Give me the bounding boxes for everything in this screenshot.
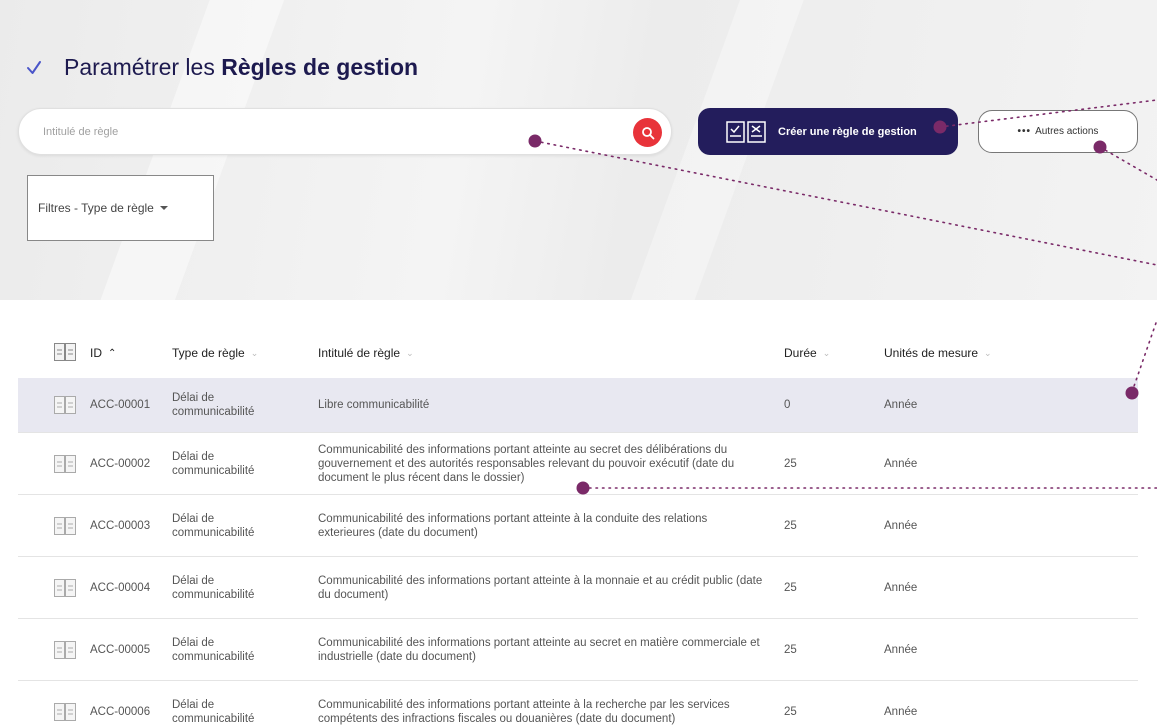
other-actions-button[interactable]: ••• Autres actions <box>978 110 1138 153</box>
column-duree-label: Durée <box>784 346 817 360</box>
rule-icon <box>54 396 90 414</box>
cell-duree: 25 <box>784 457 797 470</box>
cell-type: Délai de communicabilité <box>172 574 255 601</box>
cell-unit: Année <box>884 399 918 411</box>
cell-id: ACC-00006 <box>90 705 151 718</box>
column-type-label: Type de règle <box>172 346 245 360</box>
cell-unit: Année <box>884 581 918 594</box>
cell-unit: Année <box>884 643 918 656</box>
cell-duree: 0 <box>784 399 791 411</box>
cell-id: ACC-00004 <box>90 581 151 594</box>
column-unit-label: Unités de mesure <box>884 346 979 360</box>
row-select-cell[interactable] <box>18 702 90 721</box>
chevron-down-icon: ⌄ <box>822 347 831 358</box>
rule-icon <box>54 640 90 659</box>
row-select-cell[interactable] <box>18 578 90 597</box>
cell-title: Communicabilité des informations portant… <box>318 512 708 539</box>
chevron-down-icon: ⌄ <box>250 347 259 358</box>
create-rule-button[interactable]: Créer une règle de gestion <box>698 108 958 155</box>
column-id-label: ID <box>90 346 102 360</box>
column-title-label: Intitulé de règle <box>318 346 401 360</box>
row-select-cell[interactable] <box>18 640 90 659</box>
column-header-unit[interactable]: Unités de mesure ⌄ <box>884 346 1094 360</box>
cell-id: ACC-00005 <box>90 643 151 656</box>
row-select-cell[interactable] <box>18 516 90 535</box>
more-dots-icon: ••• <box>1017 126 1032 137</box>
rule-icon <box>54 702 90 721</box>
cell-title: Communicabilité des informations portant… <box>318 443 735 484</box>
column-header-title[interactable]: Intitulé de règle ⌄ <box>318 346 784 360</box>
cell-type: Délai de communicabilité <box>172 636 255 663</box>
cell-type: Délai de communicabilité <box>172 392 255 418</box>
caret-down-icon <box>159 206 168 210</box>
cell-id: ACC-00002 <box>90 457 151 470</box>
page-header: Paramétrer les Règles de gestion <box>24 54 418 81</box>
table-row[interactable]: ACC-00004 Délai de communicabilité Communi… <box>18 556 1138 618</box>
cell-unit: Année <box>884 457 918 470</box>
row-select-cell[interactable] <box>18 454 90 473</box>
column-header-type[interactable]: Type de règle ⌄ <box>172 346 318 360</box>
page-title-prefix: Paramétrer les <box>64 54 222 80</box>
chevron-down-icon: ⌄ <box>406 347 414 358</box>
rule-type-filter[interactable]: Filtres - Type de règle <box>27 175 214 241</box>
table-row[interactable]: ACC-00002 Délai de communicabilité Communi… <box>18 432 1138 494</box>
cell-type: Délai de communicabilité <box>172 450 255 477</box>
rule-icon <box>54 516 90 535</box>
search-button[interactable] <box>633 118 662 147</box>
cell-title: Libre communicabilité <box>318 399 430 411</box>
search-icon <box>641 126 654 139</box>
checkmark-icon <box>24 58 44 78</box>
cell-unit: Année <box>884 705 918 718</box>
table-row[interactable]: ACC-00006 Délai de communicabilité Communi… <box>18 680 1138 726</box>
sort-up-icon: ⌃ <box>108 347 117 359</box>
row-select-cell[interactable] <box>18 396 90 414</box>
search-input[interactable] <box>43 122 603 142</box>
cell-id: ACC-00003 <box>90 519 151 532</box>
cell-duree: 25 <box>784 705 797 718</box>
cell-unit: Année <box>884 519 918 532</box>
rule-icon <box>54 454 90 473</box>
create-rule-label: Créer une règle de gestion <box>778 125 917 138</box>
column-header-id[interactable]: ID ⌃ <box>90 346 172 360</box>
page-title-bold: Règles de gestion <box>221 54 419 80</box>
cell-type: Délai de communicabilité <box>172 512 255 539</box>
select-all-cell[interactable] <box>18 342 90 364</box>
rules-icon <box>726 120 766 143</box>
table-row[interactable]: ACC-00003 Délai de communicabilité Communi… <box>18 494 1138 556</box>
other-actions-label: Autres actions <box>1035 126 1099 137</box>
chevron-down-icon: ⌄ <box>984 347 992 358</box>
cell-type: Délai de communicabilité <box>172 698 255 725</box>
cell-title: Communicabilité des informations portant… <box>318 636 760 663</box>
cell-title: Communicabilité des informations portant… <box>318 574 763 601</box>
cell-duree: 25 <box>784 519 797 532</box>
table-header: ID ⌃ Type de règle ⌄ Intitulé de règle ⌄ Du… <box>18 328 1138 378</box>
column-header-duree[interactable]: Durée ⌄ <box>784 346 884 360</box>
cell-id: ACC-00001 <box>90 399 151 411</box>
cell-duree: 25 <box>784 643 797 656</box>
table-row[interactable]: ACC-00005 Délai de communicabilité Communi… <box>18 618 1138 680</box>
page-title: Paramétrer les Règles de gestion <box>64 54 418 81</box>
search-bar <box>18 108 672 155</box>
table-row[interactable]: ACC-00001 Délai de communicabilité Libre c… <box>18 378 1138 432</box>
filter-label: Filtres - Type de règle <box>38 201 154 215</box>
rules-table: ID ⌃ Type de règle ⌄ Intitulé de règle ⌄ Du… <box>18 328 1138 726</box>
rule-icon <box>54 578 90 597</box>
rules-select-icon <box>54 342 76 361</box>
cell-title: Communicabilité des informations portant… <box>318 698 730 725</box>
row-actions <box>1094 390 1157 420</box>
cell-duree: 25 <box>784 581 797 594</box>
